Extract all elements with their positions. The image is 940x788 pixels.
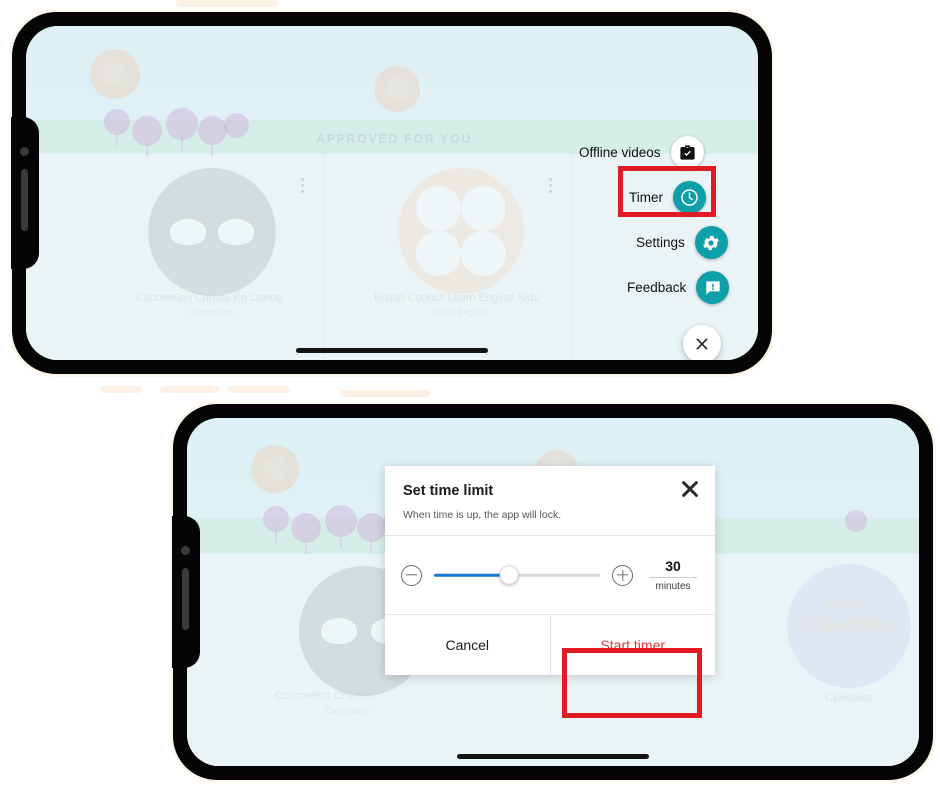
tree-decoration bbox=[198, 116, 227, 145]
tree-decoration bbox=[146, 143, 148, 157]
slider-fill bbox=[434, 573, 509, 577]
front-camera-icon bbox=[20, 147, 29, 156]
background-artifact bbox=[228, 386, 290, 393]
thumbnail-detail bbox=[169, 219, 206, 245]
close-icon bbox=[696, 338, 708, 350]
background-artifact bbox=[160, 386, 220, 393]
phone-device-bottom: Cocomelon Children Cocomelon BBC CBeebie… bbox=[172, 404, 933, 780]
video-thumbnail[interactable] bbox=[398, 168, 524, 294]
avatar[interactable] bbox=[90, 49, 140, 99]
briefcase-check-icon[interactable] bbox=[670, 136, 704, 169]
device-notch bbox=[11, 117, 39, 269]
tree-decoration bbox=[370, 539, 372, 553]
video-title[interactable]: Cocomelon Children bbox=[275, 690, 375, 702]
slider-thumb[interactable] bbox=[499, 565, 519, 585]
menu-item-settings[interactable]: Settings bbox=[636, 226, 728, 259]
video-thumbnail[interactable] bbox=[148, 168, 276, 296]
video-subtitle: Cocomelon bbox=[188, 307, 234, 317]
tree-decoration bbox=[224, 113, 249, 138]
tree-decoration bbox=[211, 142, 213, 156]
home-indicator bbox=[457, 754, 649, 759]
dialog-header: Set time limit When time is up, the app … bbox=[385, 466, 715, 535]
time-limit-value: 30 minutes bbox=[647, 558, 699, 592]
gear-icon[interactable] bbox=[694, 226, 728, 259]
avatar-inner bbox=[103, 62, 127, 86]
menu-item-offline-videos[interactable]: Offline videos bbox=[579, 136, 704, 169]
menu-item-label: Settings bbox=[636, 235, 685, 250]
section-kicker: APPROVED FOR YOU bbox=[316, 132, 472, 146]
thumbnail-detail bbox=[321, 618, 358, 644]
time-limit-control: 30 minutes bbox=[385, 536, 715, 614]
video-title[interactable]: British Council Learn English Kids bbox=[374, 292, 539, 304]
thumbnail-detail bbox=[461, 231, 507, 277]
thumbnail-detail bbox=[218, 219, 255, 245]
value-divider bbox=[649, 577, 697, 578]
cbeebies-logo-line1: BBC bbox=[828, 596, 870, 613]
cbeebies-logo-line2: CBeebies bbox=[803, 614, 895, 636]
tree-decoration bbox=[181, 137, 183, 151]
video-title[interactable]: CBeebies bbox=[825, 692, 873, 704]
time-limit-unit: minutes bbox=[655, 581, 691, 592]
minus-circle-icon[interactable] bbox=[401, 564, 422, 586]
device-notch bbox=[172, 516, 200, 668]
avatar-inner bbox=[385, 77, 409, 101]
avatar-inner bbox=[263, 457, 287, 481]
video-title[interactable]: Cocomelon Chhota Ko Dance bbox=[136, 292, 282, 304]
tree-decoration bbox=[116, 132, 118, 146]
video-subtitle: Learn English bbox=[432, 307, 488, 317]
phone-screen-bottom: Cocomelon Children Cocomelon BBC CBeebie… bbox=[187, 418, 919, 766]
dialog-close-button[interactable] bbox=[679, 478, 701, 500]
tree-decoration bbox=[845, 510, 867, 532]
close-icon bbox=[682, 481, 698, 497]
avatar[interactable] bbox=[251, 445, 299, 493]
home-indicator bbox=[296, 348, 488, 353]
avatar[interactable] bbox=[374, 66, 420, 112]
screenshot-canvas: APPROVED FOR YOU Cocomelon Chhota Ko Dan… bbox=[0, 0, 940, 788]
menu-item-feedback[interactable]: Feedback bbox=[627, 271, 730, 304]
highlight-box-start-timer bbox=[562, 648, 702, 718]
background-artifact bbox=[176, 0, 278, 7]
set-time-limit-dialog: Set time limit When time is up, the app … bbox=[385, 466, 715, 675]
overflow-menu-icon[interactable] bbox=[301, 178, 304, 196]
time-limit-number: 30 bbox=[665, 558, 681, 574]
menu-item-label: Offline videos bbox=[579, 145, 661, 160]
tree-decoration bbox=[340, 534, 342, 548]
tree-decoration bbox=[166, 108, 198, 140]
front-camera-icon bbox=[181, 546, 190, 555]
tree-decoration bbox=[275, 529, 277, 543]
background-artifact bbox=[340, 390, 430, 397]
tree-decoration bbox=[325, 505, 357, 537]
tree-decoration bbox=[357, 513, 386, 542]
dialog-title: Set time limit bbox=[403, 483, 494, 499]
dialog-subtitle: When time is up, the app will lock. bbox=[403, 509, 562, 521]
overflow-menu-icon[interactable] bbox=[549, 178, 552, 196]
thumbnail-detail bbox=[415, 185, 461, 231]
tree-decoration bbox=[291, 513, 321, 543]
tree-decoration bbox=[132, 116, 162, 146]
cancel-button[interactable]: Cancel bbox=[385, 615, 550, 675]
feedback-chat-icon[interactable] bbox=[696, 271, 730, 304]
tree-decoration bbox=[305, 540, 307, 554]
earpiece-speaker bbox=[21, 169, 28, 231]
video-subtitle: Cocomelon bbox=[325, 706, 371, 716]
menu-item-label: Feedback bbox=[627, 280, 687, 295]
plus-circle-icon[interactable] bbox=[612, 564, 633, 586]
card-divider bbox=[324, 154, 325, 360]
thumbnail-detail bbox=[461, 185, 507, 231]
earpiece-speaker bbox=[182, 568, 189, 630]
thumbnail-detail bbox=[415, 231, 461, 277]
time-limit-slider[interactable] bbox=[434, 565, 600, 585]
close-menu-button[interactable] bbox=[683, 325, 721, 360]
highlight-box-timer bbox=[618, 166, 716, 217]
background-artifact bbox=[100, 386, 142, 393]
card-divider bbox=[572, 154, 573, 360]
